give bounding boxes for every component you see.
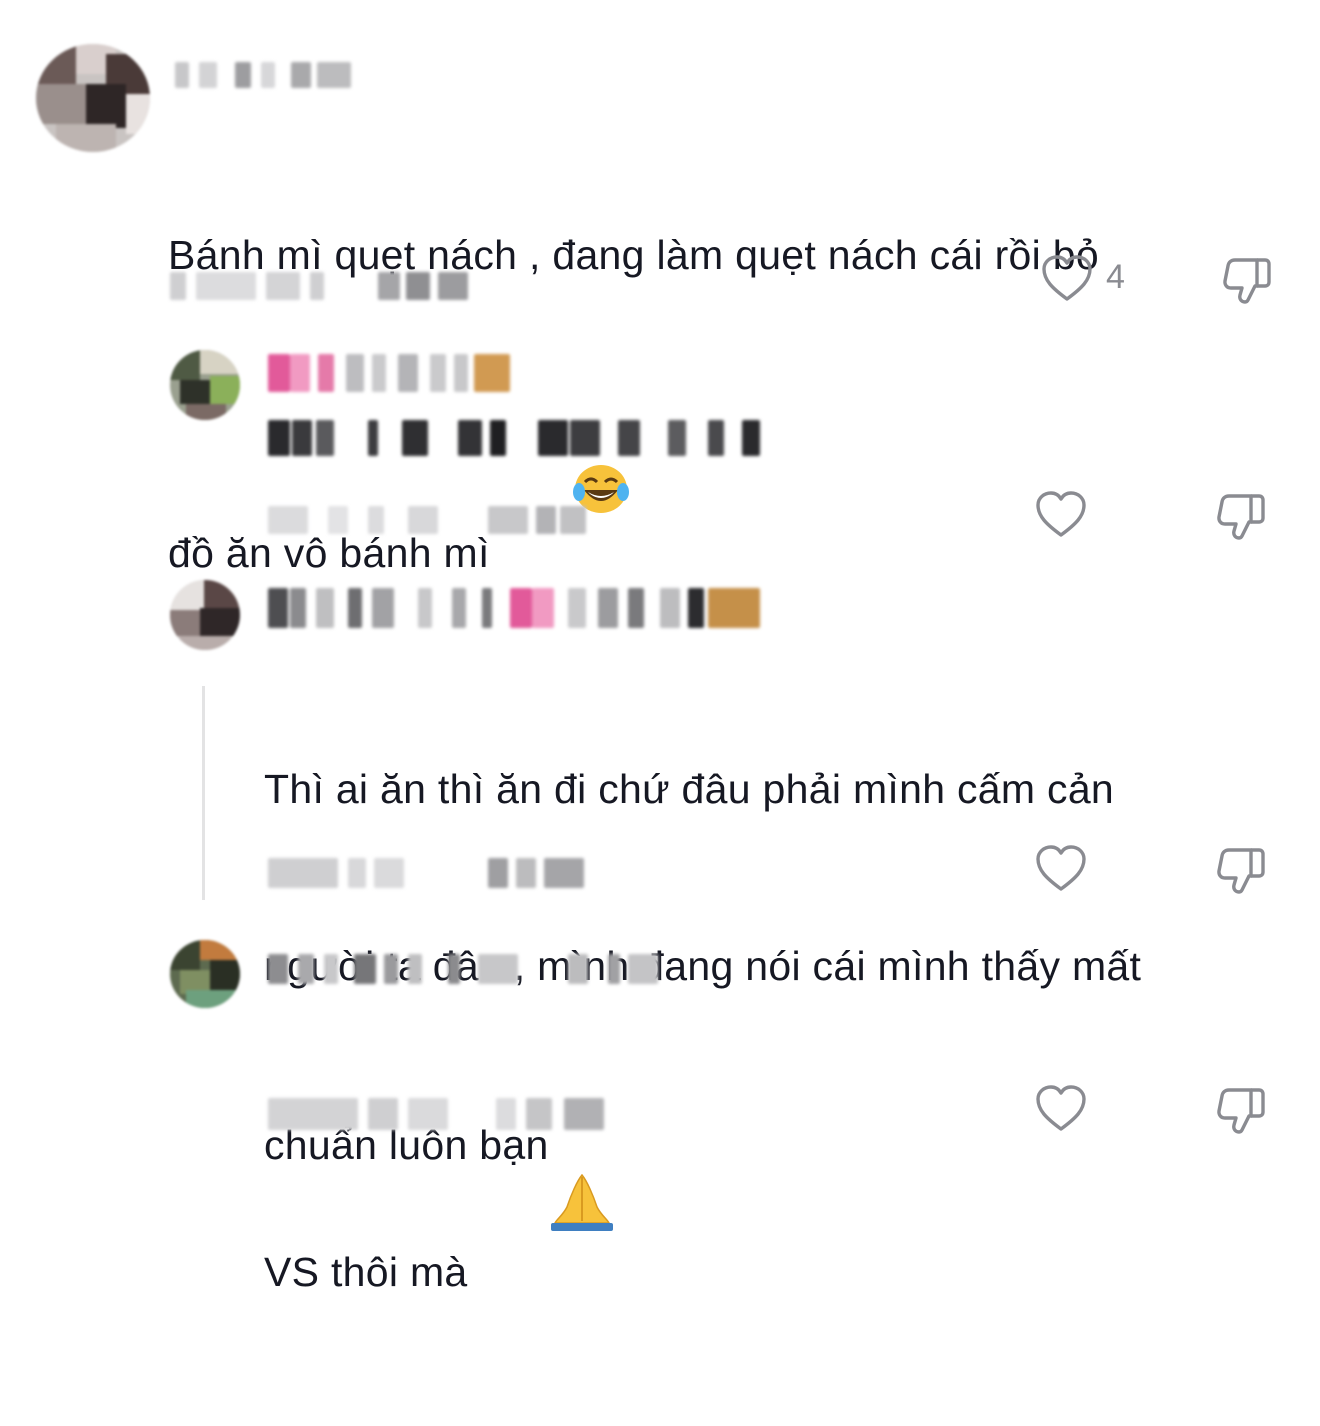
comment-text: chuẩn luôn bạn xyxy=(264,1122,549,1168)
thumbs-down-outline-icon xyxy=(1217,494,1265,540)
username[interactable] xyxy=(268,954,673,984)
username[interactable] xyxy=(175,62,355,88)
dislike-button[interactable] xyxy=(1214,1082,1268,1136)
like-button[interactable] xyxy=(1040,252,1094,306)
heart-outline-icon xyxy=(1036,1085,1086,1131)
avatar[interactable] xyxy=(170,940,240,1008)
thumbs-down-outline-icon xyxy=(1217,848,1265,894)
comment-meta xyxy=(268,506,588,534)
like-button[interactable] xyxy=(1034,842,1088,896)
reply-1 xyxy=(0,330,1320,560)
comment-meta xyxy=(170,272,475,300)
dislike-button[interactable] xyxy=(1214,842,1268,896)
dislike-button[interactable] xyxy=(1214,488,1268,542)
dislike-button[interactable] xyxy=(1220,252,1274,306)
comment-meta xyxy=(268,858,593,888)
thread-line xyxy=(202,686,205,900)
thumbs-down-outline-icon xyxy=(1223,258,1271,304)
like-button[interactable] xyxy=(1034,1082,1088,1136)
reply-3: chuẩn luôn bạn xyxy=(0,930,1320,1168)
avatar[interactable] xyxy=(36,44,150,152)
comment-text xyxy=(268,420,763,456)
username[interactable] xyxy=(268,588,763,628)
like-button[interactable] xyxy=(1034,488,1088,542)
heart-outline-icon xyxy=(1036,491,1086,537)
like-count: 4 xyxy=(1106,258,1125,296)
username[interactable] xyxy=(268,354,513,392)
heart-outline-icon xyxy=(1036,845,1086,891)
reply-2: Thì ai ăn thì ăn đi chứ đâu phải mình cấ… xyxy=(0,570,1320,1295)
comment-meta xyxy=(268,1098,613,1130)
heart-outline-icon xyxy=(1042,255,1092,301)
avatar[interactable] xyxy=(170,580,240,650)
thumbs-down-outline-icon xyxy=(1217,1088,1265,1134)
comment-1: Bánh mì quẹt nách , đang làm quẹt nách c… xyxy=(0,0,1320,576)
avatar[interactable] xyxy=(170,350,240,420)
